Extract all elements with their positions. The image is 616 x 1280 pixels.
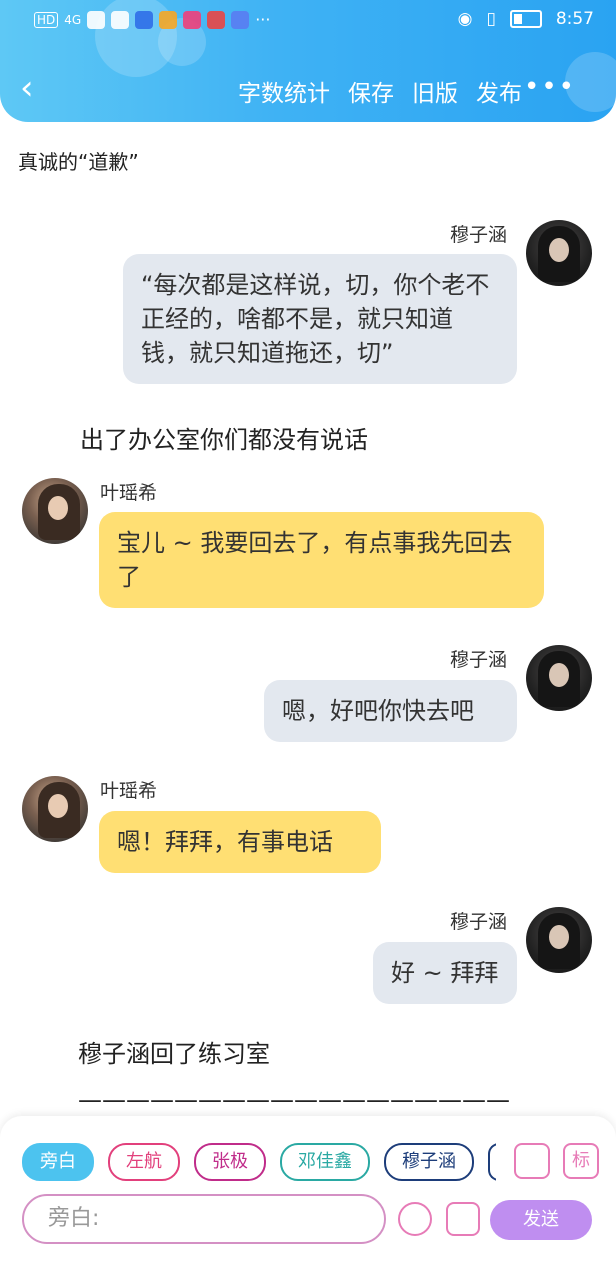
chevron-left-icon[interactable]: ‹ bbox=[20, 70, 48, 106]
app-icon bbox=[207, 10, 226, 29]
app-icon bbox=[159, 10, 178, 29]
app-icon bbox=[135, 10, 154, 29]
status-left: HD 4G ··· bbox=[34, 10, 270, 29]
header: HD 4G ··· ◉ ▯ 8:57 ‹ 字数统计 保存 旧版 发布 ••• bbox=[0, 0, 616, 122]
person-icon[interactable] bbox=[514, 1143, 550, 1179]
publish-button[interactable]: 发布 bbox=[476, 74, 522, 108]
vibrate-icon: ▯ bbox=[486, 9, 496, 29]
status-bar: HD 4G ··· ◉ ▯ 8:57 bbox=[0, 0, 616, 40]
document-title: 真诚的“道歉” bbox=[18, 150, 139, 174]
chat-bubble: 嗯！拜拜，有事电话 bbox=[99, 811, 381, 873]
wifi-icon bbox=[111, 10, 130, 29]
mark-button[interactable]: 标 bbox=[563, 1143, 599, 1179]
word-count-button[interactable]: 字数统计 bbox=[238, 74, 330, 108]
more-status-icon: ··· bbox=[255, 10, 271, 29]
music-icon bbox=[231, 10, 250, 29]
role-chip[interactable]: 左航 bbox=[108, 1143, 180, 1181]
role-chip[interactable]: 张极 bbox=[194, 1143, 266, 1181]
battery-icon bbox=[509, 10, 542, 28]
divider-text: —————————————————— bbox=[78, 1086, 510, 1114]
old-version-button[interactable]: 旧版 bbox=[412, 74, 458, 108]
role-selector: 旁白 左航 张极 邓佳鑫 穆子涵 bbox=[22, 1143, 496, 1181]
hd-label: HD bbox=[34, 11, 59, 28]
role-chip[interactable]: 邓佳鑫 bbox=[280, 1143, 370, 1181]
top-nav: ‹ 字数统计 保存 旧版 发布 ••• bbox=[0, 66, 616, 112]
more-icon[interactable]: ••• bbox=[524, 72, 576, 102]
emoji-icon[interactable] bbox=[398, 1202, 432, 1236]
speaker-name: 叶瑶希 bbox=[100, 482, 158, 504]
narration-text: 出了办公室你们都没有说话 bbox=[80, 426, 368, 454]
chat-bubble: 嗯，好吧你快去吧 bbox=[264, 680, 517, 742]
avatar[interactable] bbox=[22, 478, 88, 544]
composer-panel: 旁白 左航 张极 邓佳鑫 穆子涵 标 旁白: 发送 bbox=[0, 1116, 616, 1280]
role-chip-narrator[interactable]: 旁白 bbox=[22, 1143, 94, 1181]
narration-text: 穆子涵回了练习室 bbox=[78, 1040, 270, 1068]
avatar[interactable] bbox=[526, 220, 592, 286]
send-button[interactable]: 发送 bbox=[490, 1200, 592, 1240]
eye-icon: ◉ bbox=[457, 9, 473, 29]
network-label: 4G bbox=[64, 12, 82, 27]
avatar[interactable] bbox=[526, 907, 592, 973]
speaker-name: 穆子涵 bbox=[450, 224, 508, 246]
speaker-name: 叶瑶希 bbox=[100, 780, 158, 802]
image-icon[interactable] bbox=[446, 1202, 480, 1236]
toolbar-actions: 字数统计 保存 旧版 发布 bbox=[238, 74, 522, 108]
chat-bubble: “每次都是这样说，切，你个老不正经的，啥都不是，就只知道钱，就只知道拖还，切” bbox=[123, 254, 517, 384]
role-chip[interactable]: 穆子涵 bbox=[384, 1143, 474, 1181]
avatar[interactable] bbox=[526, 645, 592, 711]
save-button[interactable]: 保存 bbox=[348, 74, 394, 108]
status-right: ◉ ▯ 8:57 bbox=[458, 9, 594, 29]
role-chip-more[interactable] bbox=[488, 1143, 496, 1181]
signal-icon bbox=[87, 10, 106, 29]
chat-bubble: 好 ~ 拜拜 bbox=[373, 942, 517, 1004]
clock: 8:57 bbox=[555, 9, 594, 29]
avatar[interactable] bbox=[22, 776, 88, 842]
speaker-name: 穆子涵 bbox=[450, 911, 508, 933]
chat-bubble: 宝儿 ~ 我要回去了，有点事我先回去了 bbox=[99, 512, 544, 608]
app-icon bbox=[183, 10, 202, 29]
speaker-name: 穆子涵 bbox=[450, 649, 508, 671]
message-input[interactable]: 旁白: bbox=[22, 1194, 386, 1244]
